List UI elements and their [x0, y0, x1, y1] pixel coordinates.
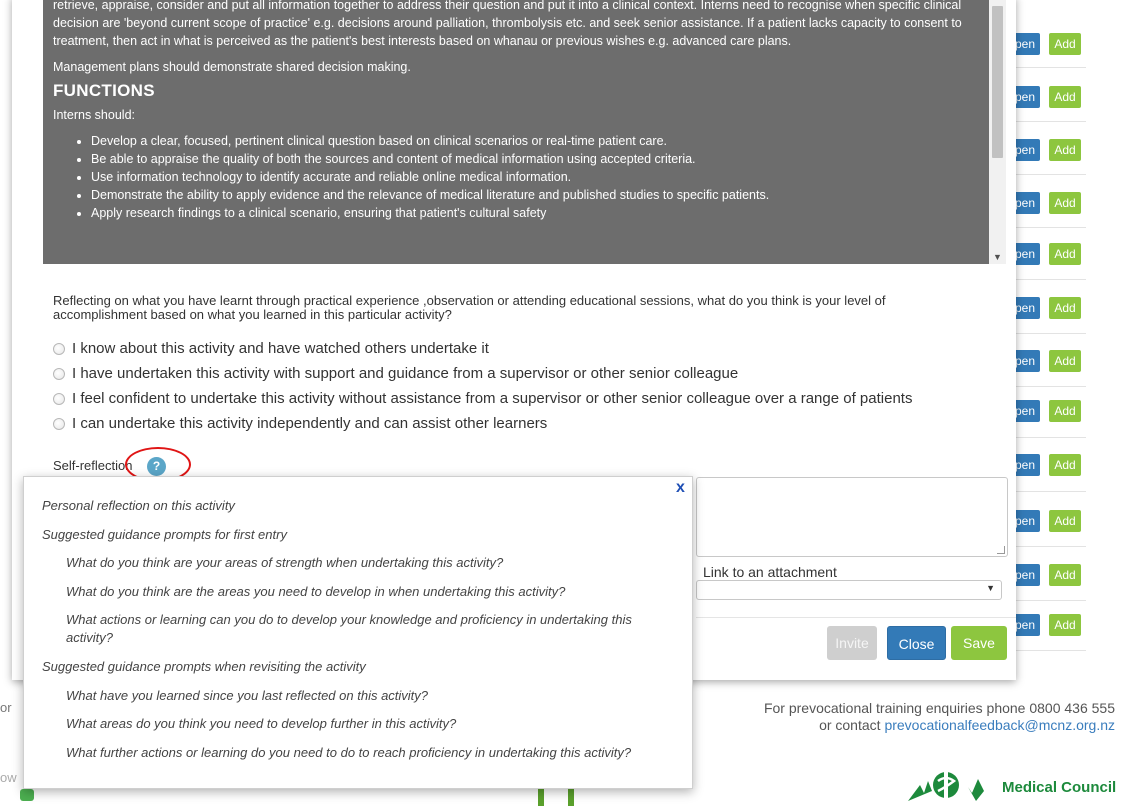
footer-fragment: or — [0, 700, 12, 715]
row-divider — [1008, 386, 1086, 387]
close-button[interactable]: Close — [887, 626, 946, 660]
list-item: Demonstrate the ability to apply evidenc… — [91, 186, 976, 204]
add-button[interactable]: Add — [1049, 564, 1081, 586]
add-button[interactable]: Add — [1049, 454, 1081, 476]
option-label: I feel confident to undertake this activ… — [72, 390, 913, 407]
functions-list: Develop a clear, focused, pertinent clin… — [53, 132, 976, 222]
scrollbar-thumb[interactable] — [992, 6, 1003, 158]
footer-phone-line: For prevocational training enquiries pho… — [763, 700, 1115, 716]
radio-button[interactable] — [53, 392, 65, 405]
guidance-prompt: What areas do you think you need to deve… — [66, 716, 457, 731]
footer-email-line: or contact prevocationalfeedback@mcnz.or… — [695, 717, 1115, 734]
self-reflection-label: Self-reflection — [53, 458, 133, 473]
footer-contact: For prevocational training enquiries pho… — [695, 700, 1115, 734]
modal-footer: Invite Close Save — [696, 617, 1016, 667]
functions-intro: Interns should: — [53, 108, 135, 122]
footer-email-prefix: or contact — [819, 717, 885, 733]
row-divider — [1008, 174, 1086, 175]
add-button[interactable]: Add — [1049, 614, 1081, 636]
popover-heading: Suggested guidance prompts when revisiti… — [42, 659, 366, 674]
popover-title: Personal reflection on this activity — [42, 498, 235, 513]
guidance-prompt: What have you learned since you last ref… — [66, 688, 429, 703]
self-reflection-textarea[interactable] — [696, 477, 1008, 557]
description-paragraph: retrieve, appraise, consider and put all… — [53, 0, 962, 48]
row-divider — [1008, 650, 1086, 651]
attachment-select[interactable]: ▼ — [696, 580, 1002, 600]
add-button[interactable]: Add — [1049, 33, 1081, 55]
scroll-down-icon[interactable]: ▼ — [989, 252, 1006, 262]
accomplishment-option[interactable]: I have undertaken this activity with sup… — [53, 361, 912, 386]
row-divider — [1008, 227, 1086, 228]
add-button[interactable]: Add — [1049, 510, 1081, 532]
mcnz-logo-icon — [908, 771, 984, 801]
add-button[interactable]: Add — [1049, 86, 1081, 108]
guidance-prompt: What do you think are the areas you need… — [66, 584, 566, 599]
list-item: Be able to appraise the quality of both … — [91, 150, 976, 168]
footer-decoration — [20, 789, 34, 801]
accomplishment-question: Reflecting on what you have learnt throu… — [53, 293, 886, 322]
row-divider — [1008, 333, 1086, 334]
accomplishment-option[interactable]: I know about this activity and have watc… — [53, 336, 912, 361]
chevron-down-icon: ▼ — [986, 583, 995, 593]
attachment-label: Link to an attachment — [703, 564, 837, 580]
option-label: I have undertaken this activity with sup… — [72, 365, 739, 382]
add-button[interactable]: Add — [1049, 297, 1081, 319]
self-reflection-help-popover: x Personal reflection on this activity S… — [23, 476, 693, 789]
footer-fragment: ow — [0, 770, 17, 785]
row-divider — [1008, 279, 1086, 280]
option-label: I know about this activity and have watc… — [72, 340, 489, 357]
row-divider — [1008, 491, 1086, 492]
activity-description: retrieve, appraise, consider and put all… — [43, 0, 1006, 264]
footer-email-link[interactable]: prevocationalfeedback@mcnz.org.nz — [884, 717, 1115, 733]
row-divider — [1008, 121, 1086, 122]
radio-button[interactable] — [53, 342, 65, 355]
description-scrollbar[interactable]: ▼ — [989, 0, 1006, 264]
add-button[interactable]: Add — [1049, 350, 1081, 372]
save-button[interactable]: Save — [951, 626, 1007, 660]
functions-heading: FUNCTIONS — [53, 81, 155, 100]
guidance-prompt: What actions or learning can you do to d… — [66, 612, 632, 645]
description-paragraph: Management plans should demonstrate shar… — [53, 60, 411, 74]
add-button[interactable]: Add — [1049, 192, 1081, 214]
accomplishment-option[interactable]: I can undertake this activity independen… — [53, 411, 912, 436]
close-icon[interactable]: x — [676, 479, 685, 497]
mcnz-org-name: Medical Council — [1002, 779, 1117, 796]
guidance-prompt: What do you think are your areas of stre… — [66, 555, 504, 570]
add-button[interactable]: Add — [1049, 400, 1081, 422]
row-divider — [1008, 600, 1086, 601]
radio-button[interactable] — [53, 417, 65, 430]
list-item: Develop a clear, focused, pertinent clin… — [91, 132, 976, 150]
option-label: I can undertake this activity independen… — [72, 415, 548, 432]
list-item: Use information technology to identify a… — [91, 168, 976, 186]
add-button[interactable]: Add — [1049, 139, 1081, 161]
guidance-prompt: What further actions or learning do you … — [66, 745, 632, 760]
invite-button[interactable]: Invite — [827, 626, 877, 660]
row-divider — [1008, 546, 1086, 547]
list-item: Apply research findings to a clinical sc… — [91, 204, 976, 222]
resize-handle[interactable] — [997, 546, 1005, 554]
accomplishment-options: I know about this activity and have watc… — [53, 336, 912, 436]
popover-heading: Suggested guidance prompts for first ent… — [42, 527, 287, 542]
row-divider — [1008, 437, 1086, 438]
accomplishment-option[interactable]: I feel confident to undertake this activ… — [53, 386, 912, 411]
radio-button[interactable] — [53, 367, 65, 380]
row-divider — [1008, 67, 1086, 68]
add-button[interactable]: Add — [1049, 243, 1081, 265]
